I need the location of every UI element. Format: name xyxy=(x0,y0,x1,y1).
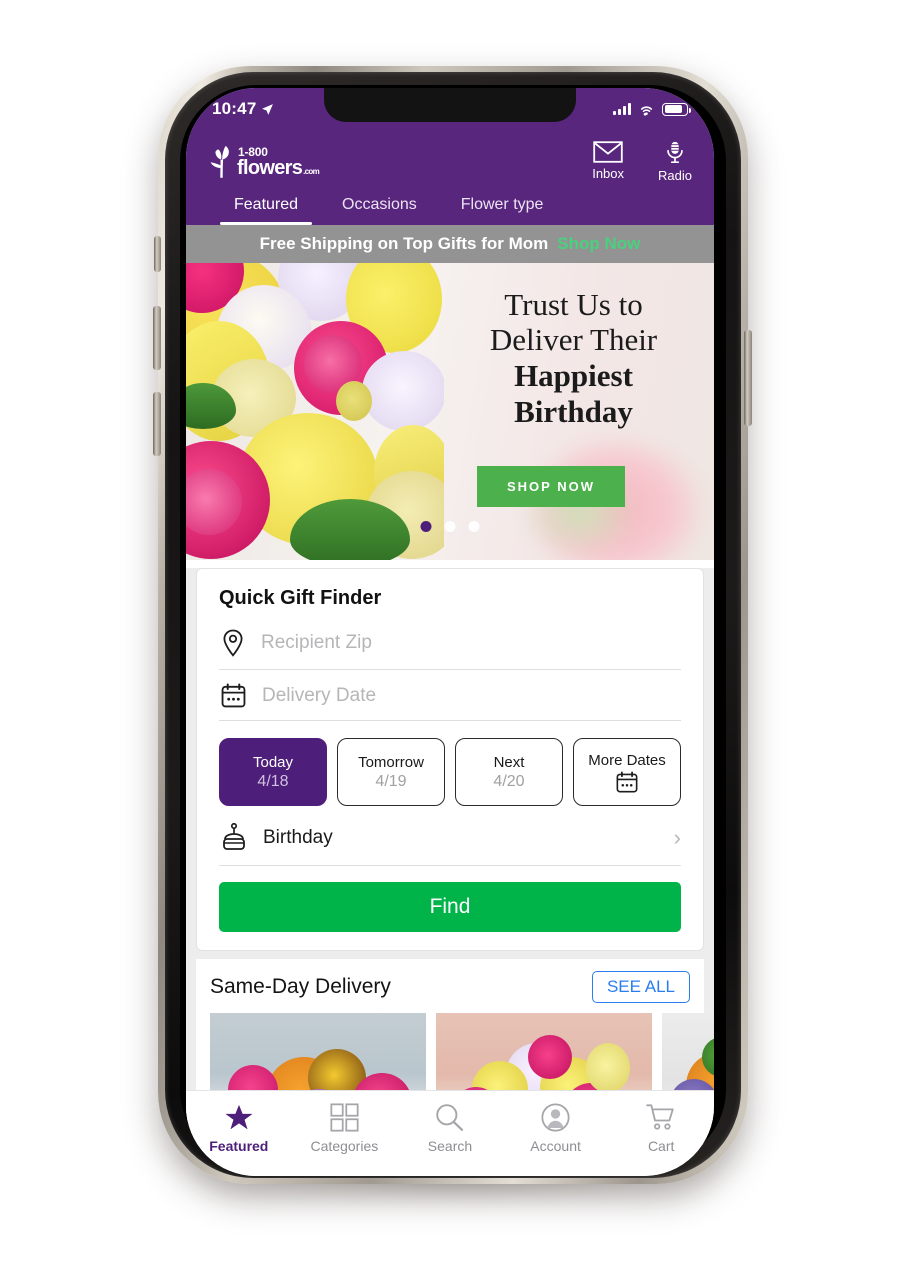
tab-bar-label-cart: Cart xyxy=(647,1138,675,1154)
tab-bar-label-account: Account xyxy=(530,1138,581,1154)
location-pin-icon xyxy=(223,629,243,657)
screenshot-stage: 10:47 1-800 flowers .com Inbox Radio Fea… xyxy=(0,0,924,1281)
occasion-field[interactable]: Birthday › xyxy=(219,810,681,866)
tab-bar-item-featured[interactable]: Featured xyxy=(186,1103,292,1154)
tab-bar-item-account[interactable]: Account xyxy=(503,1103,609,1154)
tab-bar-item-search[interactable]: Search xyxy=(397,1103,503,1154)
status-icons xyxy=(613,102,692,116)
carousel-dot-3[interactable] xyxy=(468,521,480,532)
tab-flower-type-label: Flower type xyxy=(460,196,544,213)
shopping-cart-icon xyxy=(646,1104,674,1130)
status-time-group: 10:47 xyxy=(212,99,274,119)
microphone-icon xyxy=(667,141,683,164)
phone-screen: 10:47 1-800 flowers .com Inbox Radio Fea… xyxy=(186,88,714,1176)
date-chip-today-label: Today xyxy=(252,753,294,771)
tab-bar-label-categories: Categories xyxy=(310,1138,379,1154)
battery-icon xyxy=(662,102,692,116)
promo-text: Free Shipping on Top Gifts for Mom xyxy=(259,234,549,253)
occasion-value: Birthday xyxy=(263,827,333,848)
header-actions: Inbox Radio xyxy=(592,141,692,183)
hero-bouquet-image xyxy=(186,263,444,560)
date-chip-next[interactable]: Next 4/20 xyxy=(455,738,563,806)
tab-flower-type[interactable]: Flower type xyxy=(457,192,548,225)
same-day-title: Same-Day Delivery xyxy=(210,975,391,998)
find-button[interactable]: Find xyxy=(219,882,681,932)
tab-bar-item-categories[interactable]: Categories xyxy=(292,1103,398,1154)
calendar-icon xyxy=(221,683,246,708)
date-chip-tomorrow-date: 4/19 xyxy=(375,772,407,790)
brand-flowers-text: flowers xyxy=(237,157,303,179)
status-time: 10:47 xyxy=(212,99,257,118)
date-chip-row: Today 4/18 Tomorrow 4/19 Next 4/20 More … xyxy=(219,738,681,806)
tab-featured[interactable]: Featured xyxy=(219,192,313,225)
brand-dotcom: .com xyxy=(303,167,320,176)
date-chip-today-date: 4/18 xyxy=(257,772,289,790)
date-chip-more-dates[interactable]: More Dates xyxy=(573,738,681,806)
person-circle-icon xyxy=(541,1103,570,1132)
date-chip-next-label: Next xyxy=(493,753,525,771)
delivery-date-field[interactable]: Delivery Date xyxy=(219,670,681,721)
hero-headline: Trust Us to Deliver Their Happiest Birth… xyxy=(441,287,706,430)
brand-logo[interactable]: 1-800 flowers .com xyxy=(208,143,320,181)
wifi-icon xyxy=(640,105,653,116)
tulip-logo-icon xyxy=(210,146,229,178)
carousel-dot-1[interactable] xyxy=(420,521,432,532)
carousel-dot-2[interactable] xyxy=(444,521,456,532)
calendar-icon xyxy=(616,770,638,792)
hero-carousel[interactable]: Trust Us to Deliver Their Happiest Birth… xyxy=(186,263,714,560)
recipient-zip-placeholder: Recipient Zip xyxy=(261,632,372,653)
magnifier-icon xyxy=(436,1104,464,1131)
brand-line-2: flowers .com xyxy=(237,157,320,179)
tab-bar-label-search: Search xyxy=(427,1138,473,1154)
date-chip-more-dates-label: More Dates xyxy=(588,751,666,769)
hero-shop-now-button[interactable]: SHOP NOW xyxy=(477,466,625,507)
header-top-row: 1-800 flowers .com Inbox Radio xyxy=(208,132,692,192)
power-button[interactable] xyxy=(744,330,752,426)
quick-gift-finder-title: Quick Gift Finder xyxy=(219,587,382,609)
date-chip-tomorrow[interactable]: Tomorrow 4/19 xyxy=(337,738,445,806)
hero-line-3: Happiest xyxy=(514,357,633,393)
promo-banner[interactable]: Free Shipping on Top Gifts for Mom Shop … xyxy=(186,225,714,263)
tab-bar-label-featured: Featured xyxy=(209,1138,269,1154)
date-chip-today[interactable]: Today 4/18 xyxy=(219,738,327,806)
hero-line-2: Deliver Their xyxy=(489,322,658,358)
bottom-tab-bar: Featured Categories Search Account Cart xyxy=(186,1090,714,1176)
mute-switch[interactable] xyxy=(154,236,161,272)
location-arrow-icon xyxy=(262,103,274,115)
app-header: 1-800 flowers .com Inbox Radio Featured … xyxy=(186,126,714,225)
inbox-button[interactable]: Inbox xyxy=(592,141,624,183)
see-all-button[interactable]: SEE ALL xyxy=(591,971,690,1003)
inbox-label: Inbox xyxy=(592,166,625,181)
volume-up-button[interactable] xyxy=(153,306,161,370)
quick-gift-finder-card: Quick Gift Finder Recipient Zip Delivery… xyxy=(196,568,704,951)
tab-featured-label: Featured xyxy=(234,196,299,213)
same-day-header: Same-Day Delivery SEE ALL xyxy=(210,971,690,1013)
hero-line-1: Trust Us to xyxy=(504,287,643,322)
header-tabs: Featured Occasions Flower type xyxy=(208,192,692,225)
tab-bar-item-cart[interactable]: Cart xyxy=(608,1103,714,1154)
grid-icon xyxy=(330,1103,359,1132)
date-chip-next-date: 4/20 xyxy=(493,772,525,790)
volume-down-button[interactable] xyxy=(153,392,161,456)
tab-occasions[interactable]: Occasions xyxy=(338,192,421,225)
birthday-cake-icon xyxy=(223,823,245,850)
tab-occasions-label: Occasions xyxy=(342,196,417,213)
screen-notch xyxy=(324,88,576,122)
envelope-icon xyxy=(593,141,623,163)
hero-line-4: Birthday xyxy=(514,393,633,429)
recipient-zip-field[interactable]: Recipient Zip xyxy=(219,616,681,670)
content-area: Quick Gift Finder Recipient Zip Delivery… xyxy=(186,568,714,1123)
brand-wordmark: 1-800 flowers .com xyxy=(237,146,320,179)
radio-label: Radio xyxy=(658,168,692,183)
delivery-date-placeholder: Delivery Date xyxy=(262,684,377,706)
radio-button[interactable]: Radio xyxy=(658,141,692,183)
promo-shop-now-link[interactable]: Shop Now xyxy=(557,234,640,254)
cellular-signal-icon xyxy=(613,103,631,115)
chevron-right-icon: › xyxy=(673,825,681,850)
date-chip-tomorrow-label: Tomorrow xyxy=(358,753,424,771)
star-icon xyxy=(225,1104,253,1130)
carousel-dots xyxy=(420,521,480,532)
